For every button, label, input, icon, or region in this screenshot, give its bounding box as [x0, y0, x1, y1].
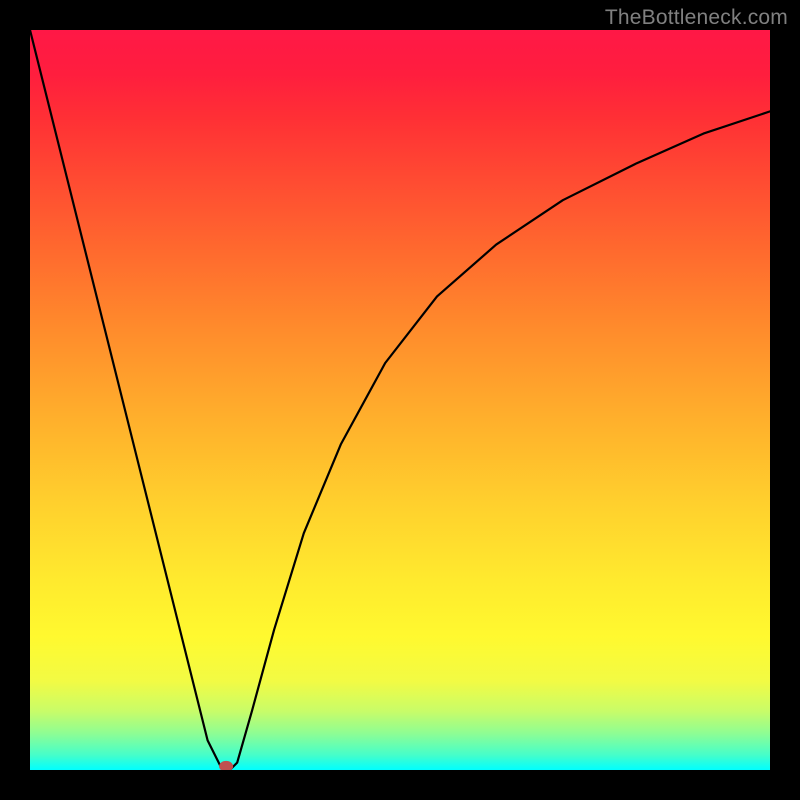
watermark-text: TheBottleneck.com	[605, 6, 788, 30]
bottleneck-curve	[30, 30, 770, 770]
min-marker	[219, 761, 233, 770]
chart-frame: TheBottleneck.com	[0, 0, 800, 800]
chart-svg	[30, 30, 770, 770]
plot-area	[30, 30, 770, 770]
